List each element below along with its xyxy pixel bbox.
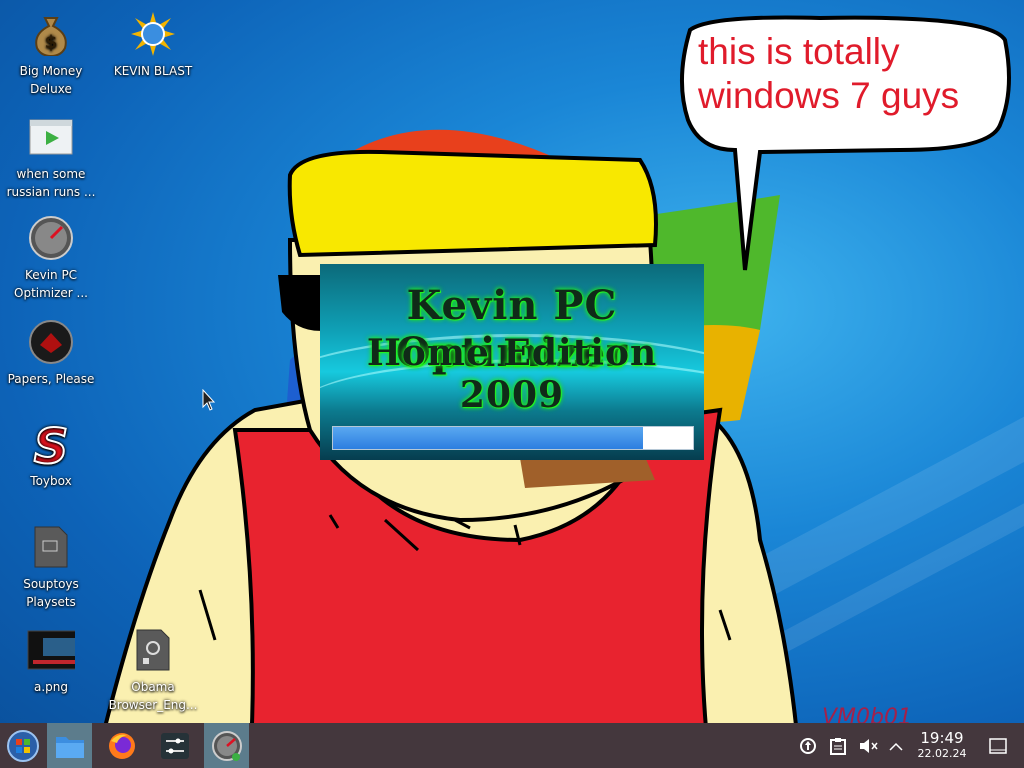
- splash-title-line-2: Home Edition 2009: [366, 332, 658, 416]
- video-file-icon: [27, 113, 75, 161]
- desktop-icon-obama-browser[interactable]: Obama Browser_Eng...: [103, 626, 203, 714]
- bubble-line-1: this is totally: [698, 31, 900, 72]
- file-manager-icon: [55, 736, 84, 758]
- taskbar-clock[interactable]: 19:49 22.02.24: [910, 730, 974, 761]
- tray-clipboard[interactable]: [826, 723, 850, 768]
- tray-volume[interactable]: [856, 723, 880, 768]
- toybox-s-icon: S: [27, 420, 75, 468]
- desktop-icon-kevin-blast[interactable]: KEVIN BLAST: [103, 10, 203, 80]
- svg-text:S: S: [34, 421, 69, 467]
- papers-please-icon: [27, 318, 75, 366]
- volume-muted-icon: [860, 738, 878, 753]
- desktop-icon-a-png[interactable]: a.png: [1, 626, 101, 696]
- desktop-icon-papers-please[interactable]: Papers, Please: [1, 318, 101, 388]
- update-icon: [800, 737, 816, 754]
- bubble-line-2: windows 7 guys: [698, 75, 960, 116]
- splash-progress-bar: [332, 426, 694, 450]
- desktop-icon-label: a.png: [33, 680, 68, 694]
- desktop-icon-label: Toybox: [30, 474, 72, 488]
- start-orb-icon: [6, 729, 39, 762]
- taskbar-file-manager[interactable]: [47, 723, 92, 768]
- desktop-icon-label: Kevin PC Optimizer ...: [14, 268, 88, 300]
- taskbar-firefox[interactable]: [99, 723, 144, 768]
- money-bag-icon: $: [27, 10, 75, 58]
- desktop-icon-label: Souptoys Playsets: [23, 577, 79, 609]
- desktop-icon-label: when some russian runs ...: [6, 167, 96, 199]
- document-icon: [27, 523, 75, 571]
- optimizer-splash-window: Kevin PC Optimizer Home Edition 2009: [320, 264, 704, 460]
- desktop-icon-label: Papers, Please: [7, 372, 95, 386]
- speech-bubble-text: this is totally windows 7 guys: [698, 30, 998, 118]
- mixer-settings-icon: [160, 732, 189, 759]
- firefox-icon: [108, 732, 135, 759]
- taskbar-kevin-pc-optimizer[interactable]: [204, 723, 249, 768]
- tray-update[interactable]: [796, 723, 820, 768]
- taskbar-mixer[interactable]: [152, 723, 197, 768]
- taskbar: 19:49 22.02.24: [0, 723, 1024, 768]
- svg-text:$: $: [45, 32, 58, 53]
- splash-progress-fill: [333, 427, 643, 449]
- desktop-icon-video[interactable]: when some russian runs ...: [1, 113, 101, 201]
- blast-sun-icon: [129, 10, 177, 58]
- clock-date: 22.02.24: [917, 747, 967, 760]
- desktop-icon-toybox[interactable]: S Toybox: [1, 420, 101, 490]
- desktop-icon-label: KEVIN BLAST: [113, 64, 193, 78]
- desktop-icon-label: Obama Browser_Eng...: [108, 680, 198, 712]
- character-hat: [287, 149, 658, 258]
- image-thumbnail-icon: [27, 626, 75, 674]
- tray-expand[interactable]: [886, 723, 906, 768]
- desktop-icon-kevin-pc-optimizer[interactable]: Kevin PC Optimizer ...: [1, 214, 101, 302]
- chevron-up-icon: [889, 742, 903, 751]
- mouse-cursor: [202, 389, 216, 411]
- show-desktop-icon: [989, 737, 1007, 754]
- desktop-icon-souptoys-playsets[interactable]: Souptoys Playsets: [1, 523, 101, 611]
- clock-time: 19:49: [920, 729, 964, 747]
- clipboard-icon: [830, 737, 846, 755]
- start-button[interactable]: [0, 723, 45, 768]
- show-desktop-button[interactable]: [984, 723, 1012, 768]
- desktop-icon-label: Big Money Deluxe: [19, 64, 83, 96]
- speedometer-icon: [27, 214, 75, 262]
- desktop-icon-big-money-deluxe[interactable]: $ Big Money Deluxe: [1, 10, 101, 98]
- settings-file-icon: [129, 626, 177, 674]
- speedometer-icon: [211, 730, 242, 761]
